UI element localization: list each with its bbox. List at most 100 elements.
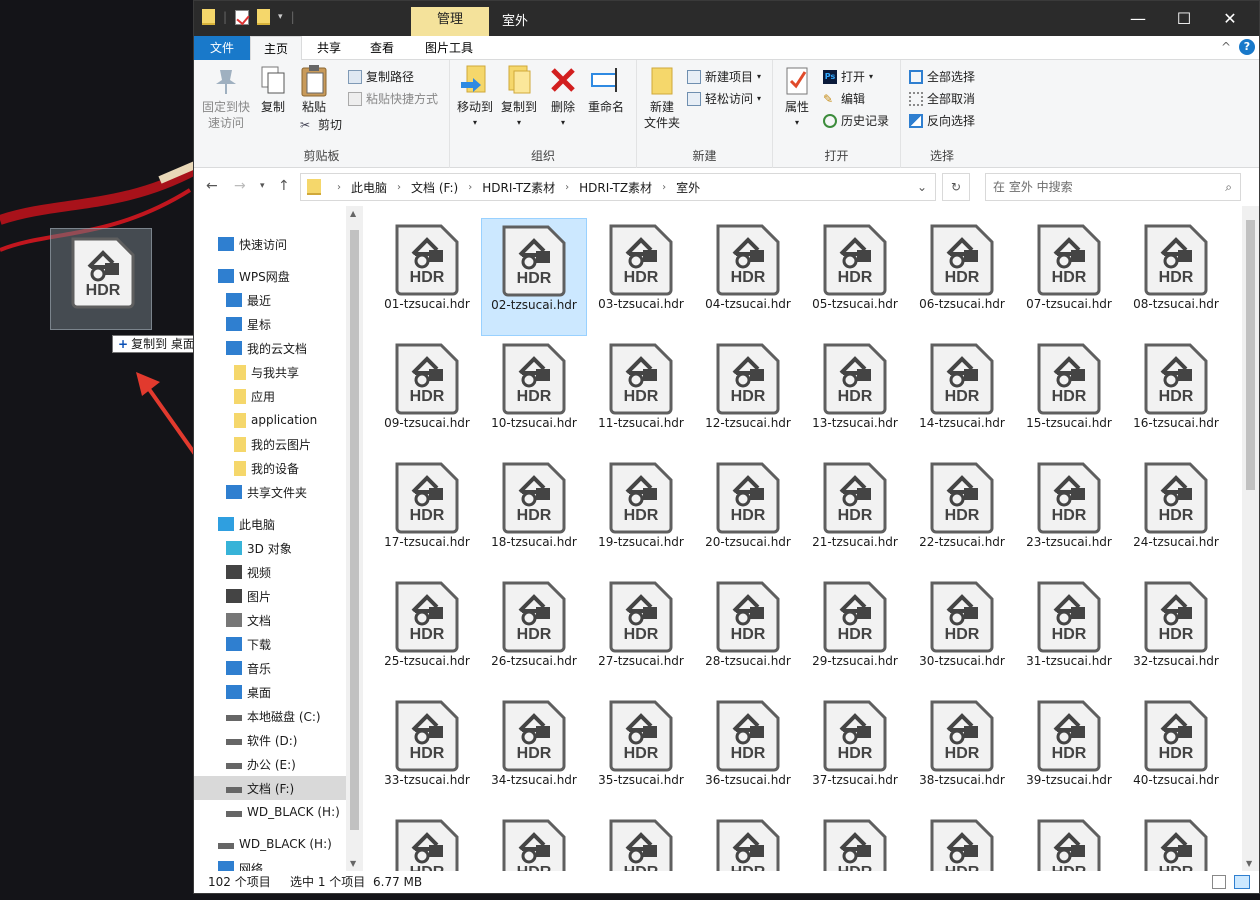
nav-item[interactable]: 软件 (D:) xyxy=(194,728,346,752)
folder-icon[interactable] xyxy=(202,9,215,25)
file-item[interactable]: HDR 06-tzsucai.hdr xyxy=(909,218,1015,336)
nav-item[interactable]: application xyxy=(194,408,346,432)
file-item[interactable]: HDR 32-tzsucai.hdr xyxy=(1123,575,1229,693)
file-item[interactable]: HDR 05-tzsucai.hdr xyxy=(802,218,908,336)
new-item-button[interactable]: 新建项目 ▾ xyxy=(687,68,761,85)
file-item[interactable]: HDR 39-tzsucai.hdr xyxy=(1016,694,1122,812)
collapse-ribbon-icon[interactable]: ^ xyxy=(1221,40,1231,54)
file-item[interactable]: HDR 33-tzsucai.hdr xyxy=(374,694,480,812)
file-item[interactable]: HDR 13-tzsucai.hdr xyxy=(802,337,908,455)
scroll-down-icon[interactable]: ▼ xyxy=(1246,859,1252,868)
new-folder-button[interactable]: 新建 文件夹 xyxy=(641,64,683,131)
up-arrow-icon[interactable]: ↑ xyxy=(278,178,290,194)
refresh-button[interactable]: ↻ xyxy=(942,173,970,201)
navigation-scrollbar[interactable]: ▲ ▼ xyxy=(346,206,363,871)
file-item[interactable]: HDR 07-tzsucai.hdr xyxy=(1016,218,1122,336)
copy-button[interactable]: 复制 xyxy=(254,64,292,115)
breadcrumb-this-pc[interactable]: 此电脑 xyxy=(351,179,387,196)
search-input[interactable]: 在 室外 中搜索 ⌕ xyxy=(985,173,1241,201)
file-item[interactable]: HDR 16-tzsucai.hdr xyxy=(1123,337,1229,455)
file-item[interactable]: HDR 17-tzsucai.hdr xyxy=(374,456,480,574)
copy-to-button[interactable]: 复制到 ▾ xyxy=(498,64,540,131)
file-item[interactable]: HDR 02-tzsucai.hdr xyxy=(481,218,587,336)
file-item[interactable]: HDR xyxy=(695,813,801,871)
file-item[interactable]: HDR 34-tzsucai.hdr xyxy=(481,694,587,812)
nav-item[interactable]: 本地磁盘 (C:) xyxy=(194,704,346,728)
maximize-button[interactable]: ☐ xyxy=(1161,1,1207,36)
nav-item[interactable]: 与我共享 xyxy=(194,360,346,384)
address-dropdown-icon[interactable]: ⌄ xyxy=(917,180,927,194)
file-item[interactable]: HDR 21-tzsucai.hdr xyxy=(802,456,908,574)
rename-button[interactable]: 重命名 xyxy=(584,64,628,115)
nav-item[interactable]: 桌面 xyxy=(194,680,346,704)
open-button[interactable]: Ps 打开 ▾ xyxy=(823,68,873,85)
nav-item[interactable]: WPS网盘 xyxy=(194,264,346,288)
file-item[interactable]: HDR 14-tzsucai.hdr xyxy=(909,337,1015,455)
content-scrollbar[interactable]: ▼ xyxy=(1242,206,1259,871)
properties-button[interactable]: 属性 ▾ xyxy=(779,64,815,131)
tab-view[interactable]: 查看 xyxy=(358,36,406,60)
chevron-down-icon[interactable]: ▾ xyxy=(278,12,283,22)
file-item[interactable]: HDR 04-tzsucai.hdr xyxy=(695,218,801,336)
paste-shortcut-button[interactable]: 粘贴快捷方式 xyxy=(348,90,438,107)
file-item[interactable]: HDR 15-tzsucai.hdr xyxy=(1016,337,1122,455)
select-none-button[interactable]: 全部取消 xyxy=(909,90,975,107)
paste-button[interactable]: 粘贴 xyxy=(294,64,334,115)
nav-item[interactable]: 文档 xyxy=(194,608,346,632)
nav-item[interactable]: 共享文件夹 xyxy=(194,480,346,504)
file-item[interactable]: HDR 35-tzsucai.hdr xyxy=(588,694,694,812)
large-icons-view-icon[interactable] xyxy=(1234,875,1250,889)
breadcrumb-hdri-1[interactable]: HDRI-TZ素材 xyxy=(482,179,555,196)
edit-button[interactable]: ✎ 编辑 xyxy=(823,90,865,107)
tab-home[interactable]: 主页 xyxy=(250,36,302,61)
nav-item[interactable]: WD_BLACK (H:) xyxy=(194,832,346,856)
nav-item[interactable]: 我的云图片 xyxy=(194,432,346,456)
file-item[interactable]: HDR 28-tzsucai.hdr xyxy=(695,575,801,693)
nav-item[interactable]: 3D 对象 xyxy=(194,536,346,560)
file-item[interactable]: HDR 25-tzsucai.hdr xyxy=(374,575,480,693)
nav-item[interactable]: 办公 (E:) xyxy=(194,752,346,776)
select-all-button[interactable]: 全部选择 xyxy=(909,68,975,85)
nav-item[interactable]: 文档 (F:) xyxy=(194,776,346,800)
nav-item[interactable]: 视频 xyxy=(194,560,346,584)
file-item[interactable]: HDR 27-tzsucai.hdr xyxy=(588,575,694,693)
file-item[interactable]: HDR xyxy=(802,813,908,871)
file-item[interactable]: HDR 37-tzsucai.hdr xyxy=(802,694,908,812)
breadcrumb-drive-f[interactable]: 文档 (F:) xyxy=(411,179,458,196)
file-item[interactable]: HDR xyxy=(1123,813,1229,871)
nav-item[interactable]: 最近 xyxy=(194,288,346,312)
nav-item[interactable]: 我的云文档 xyxy=(194,336,346,360)
file-item[interactable]: HDR xyxy=(588,813,694,871)
file-item[interactable]: HDR 29-tzsucai.hdr xyxy=(802,575,908,693)
file-item[interactable]: HDR 03-tzsucai.hdr xyxy=(588,218,694,336)
new-folder-icon[interactable] xyxy=(257,9,271,25)
file-item[interactable]: HDR 22-tzsucai.hdr xyxy=(909,456,1015,574)
file-item[interactable]: HDR xyxy=(1016,813,1122,871)
delete-button[interactable]: 删除 ▾ xyxy=(546,64,580,131)
content-scroll-thumb[interactable] xyxy=(1246,220,1255,490)
forward-arrow-icon[interactable]: → xyxy=(234,178,246,194)
breadcrumb-hdri-2[interactable]: HDRI-TZ素材 xyxy=(579,179,652,196)
file-item[interactable]: HDR 40-tzsucai.hdr xyxy=(1123,694,1229,812)
move-to-button[interactable]: 移动到 ▾ xyxy=(454,64,496,131)
nav-item[interactable]: 网络 xyxy=(194,856,346,871)
file-item[interactable]: HDR 10-tzsucai.hdr xyxy=(481,337,587,455)
nav-item[interactable]: 快速访问 xyxy=(194,232,346,256)
nav-item[interactable]: WD_BLACK (H:) xyxy=(194,800,346,824)
history-button[interactable]: 历史记录 xyxy=(823,112,889,129)
tab-picture-tools[interactable]: 图片工具 xyxy=(416,36,482,60)
file-item[interactable]: HDR 12-tzsucai.hdr xyxy=(695,337,801,455)
file-item[interactable]: HDR 30-tzsucai.hdr xyxy=(909,575,1015,693)
file-item[interactable]: HDR 36-tzsucai.hdr xyxy=(695,694,801,812)
scroll-down-icon[interactable]: ▼ xyxy=(350,859,356,868)
help-icon[interactable]: ? xyxy=(1239,39,1255,55)
file-item[interactable]: HDR 38-tzsucai.hdr xyxy=(909,694,1015,812)
close-button[interactable]: ✕ xyxy=(1207,1,1253,36)
nav-item[interactable]: 应用 xyxy=(194,384,346,408)
file-item[interactable]: HDR 24-tzsucai.hdr xyxy=(1123,456,1229,574)
easy-access-button[interactable]: 轻松访问 ▾ xyxy=(687,90,761,107)
recent-locations-icon[interactable]: ▾ xyxy=(260,181,265,191)
nav-item[interactable]: 星标 xyxy=(194,312,346,336)
nav-item[interactable]: 音乐 xyxy=(194,656,346,680)
breadcrumb-outdoor[interactable]: 室外 xyxy=(676,179,700,196)
